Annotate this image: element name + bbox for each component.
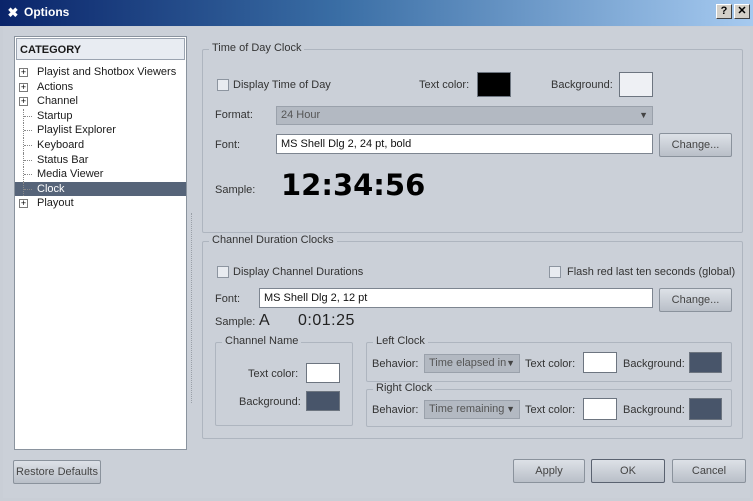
format-select[interactable]: 24 Hour ▼ <box>276 106 653 125</box>
display-channel-durations-checkbox[interactable] <box>217 266 229 278</box>
category-item-media-viewer[interactable]: Media Viewer <box>15 167 186 182</box>
category-item-label: Keyboard <box>37 138 85 151</box>
right-clock-background-label: Background: <box>623 404 685 416</box>
close-button[interactable]: ✕ <box>734 4 750 19</box>
expand-plus-icon[interactable]: + <box>19 97 28 107</box>
display-time-of-day-label: Display Time of Day <box>233 79 331 91</box>
ok-button[interactable]: OK <box>591 459 665 483</box>
channel-duration-group-title: Channel Duration Clocks <box>209 234 337 246</box>
chevron-down-icon: ▼ <box>506 404 515 414</box>
chan-sample-label: Sample: <box>215 316 256 328</box>
chan-sample-time: 0:01:25 <box>298 312 355 329</box>
apply-button[interactable]: Apply <box>513 459 585 483</box>
tree-connector-line <box>23 167 33 182</box>
chan-font-label: Font: <box>215 293 241 305</box>
category-item-label: Actions <box>37 80 74 93</box>
display-channel-durations-label: Display Channel Durations <box>233 266 364 278</box>
tree-connector-line <box>23 137 33 153</box>
format-label: Format: <box>215 109 253 121</box>
category-item-playout[interactable]: + Playout <box>15 196 186 211</box>
category-item-label: Channel <box>37 95 78 108</box>
category-item-keyboard[interactable]: Keyboard <box>15 137 186 153</box>
chan-change-font-button[interactable]: Change... <box>659 288 732 312</box>
time-of-day-group-title: Time of Day Clock <box>209 42 305 54</box>
chan-font-field[interactable]: MS Shell Dlg 2, 12 pt <box>259 288 653 308</box>
right-clock-text-color-label: Text color: <box>525 404 576 416</box>
format-value: 24 Hour <box>281 109 321 121</box>
time-of-day-group: Time of Day Clock Display Time of Day Te… <box>202 42 743 233</box>
category-item-channel[interactable]: + Channel <box>15 94 186 109</box>
left-clock-background-swatch[interactable] <box>689 352 722 373</box>
category-item-startup[interactable]: Startup <box>15 108 186 124</box>
left-clock-text-color-swatch[interactable] <box>583 352 617 373</box>
left-clock-behavior-label: Behavior: <box>372 358 419 370</box>
left-clock-background-label: Background: <box>623 358 685 370</box>
right-clock-text-color-swatch[interactable] <box>583 398 617 420</box>
category-item-label: Status Bar <box>37 153 89 166</box>
left-clock-behavior-value: Time elapsed in <box>429 357 507 369</box>
category-item-playist-and-shotbox-viewers[interactable]: + Playist and Shotbox Viewers <box>15 65 186 80</box>
chevron-down-icon: ▼ <box>506 358 515 368</box>
category-tree: + Playist and Shotbox Viewers + Actions + Cha… <box>15 65 186 211</box>
right-clock-behavior-label: Behavior: <box>372 404 419 416</box>
help-button[interactable]: ? <box>716 4 732 19</box>
tod-font-field[interactable]: MS Shell Dlg 2, 24 pt, bold <box>276 134 653 154</box>
channel-name-background-label: Background: <box>239 396 301 408</box>
category-item-status-bar[interactable]: Status Bar <box>15 152 186 168</box>
expand-plus-icon[interactable]: + <box>19 68 28 77</box>
left-clock-text-color-label: Text color: <box>525 358 576 370</box>
left-clock-group-title: Left Clock <box>373 335 428 347</box>
tod-sample-clock: 12:34:56 <box>281 168 426 202</box>
channel-name-text-color-swatch[interactable] <box>306 363 340 383</box>
tod-background-swatch[interactable] <box>619 72 653 97</box>
category-item-playlist-explorer[interactable]: Playlist Explorer <box>15 123 186 138</box>
channel-name-text-color-label: Text color: <box>248 368 299 380</box>
channel-duration-group: Channel Duration Clocks Display Channel … <box>202 234 743 439</box>
tod-font-label: Font: <box>215 139 241 151</box>
channel-name-group-title: Channel Name <box>222 335 302 347</box>
category-item-label: Playlist Explorer <box>37 124 116 137</box>
category-item-label: Startup <box>37 109 73 122</box>
chevron-down-icon: ▼ <box>639 110 648 120</box>
window-title: Options <box>24 5 70 19</box>
tod-change-font-button[interactable]: Change... <box>659 133 732 157</box>
chan-sample-channel: A <box>259 312 270 329</box>
tod-text-color-label: Text color: <box>419 79 470 91</box>
tree-connector-line <box>23 181 33 197</box>
right-clock-behavior-value: Time remaining <box>429 403 505 415</box>
right-clock-group-title: Right Clock <box>373 382 436 394</box>
display-time-of-day-checkbox[interactable] <box>217 79 229 91</box>
category-header: CATEGORY <box>16 38 185 60</box>
flash-red-label: Flash red last ten seconds (global) <box>567 266 736 278</box>
dialog-body: CATEGORY + Playist and Shotbox Viewers + Ac… <box>3 27 750 498</box>
expand-plus-icon[interactable]: + <box>19 82 28 92</box>
tod-background-label: Background: <box>551 79 613 91</box>
cancel-button[interactable]: Cancel <box>672 459 746 483</box>
panel-splitter[interactable] <box>191 213 195 403</box>
tree-connector-line <box>23 152 33 168</box>
restore-defaults-button[interactable]: Restore Defaults <box>13 460 101 484</box>
expand-plus-icon[interactable]: + <box>19 199 28 209</box>
channel-name-background-swatch[interactable] <box>306 391 340 411</box>
tod-sample-label: Sample: <box>215 184 256 196</box>
left-clock-group: Left Clock Behavior: Time elapsed in ▼ T… <box>366 335 732 382</box>
options-app-icon: ✖ <box>7 5 19 20</box>
flash-red-checkbox[interactable] <box>549 266 561 278</box>
category-item-actions[interactable]: + Actions <box>15 80 186 95</box>
tree-connector-line <box>23 108 33 124</box>
left-clock-behavior-select[interactable]: Time elapsed in ▼ <box>424 354 520 373</box>
category-item-label: Playout <box>37 197 74 210</box>
category-item-label: Media Viewer <box>37 168 104 181</box>
category-item-label: Playist and Shotbox Viewers <box>37 66 177 78</box>
category-item-label: Clock <box>37 182 65 195</box>
right-clock-group: Right Clock Behavior: Time remaining ▼ T… <box>366 382 732 427</box>
tod-text-color-swatch[interactable] <box>477 72 511 97</box>
title-bar: ✖ Options ? ✕ <box>0 0 753 26</box>
right-clock-behavior-select[interactable]: Time remaining ▼ <box>424 400 520 419</box>
right-clock-background-swatch[interactable] <box>689 398 722 420</box>
category-panel: CATEGORY + Playist and Shotbox Viewers + Ac… <box>14 36 187 450</box>
tree-connector-line <box>23 123 33 138</box>
channel-name-group: Channel Name Text color: Background: <box>215 335 353 426</box>
category-item-clock[interactable]: Clock <box>15 181 186 197</box>
